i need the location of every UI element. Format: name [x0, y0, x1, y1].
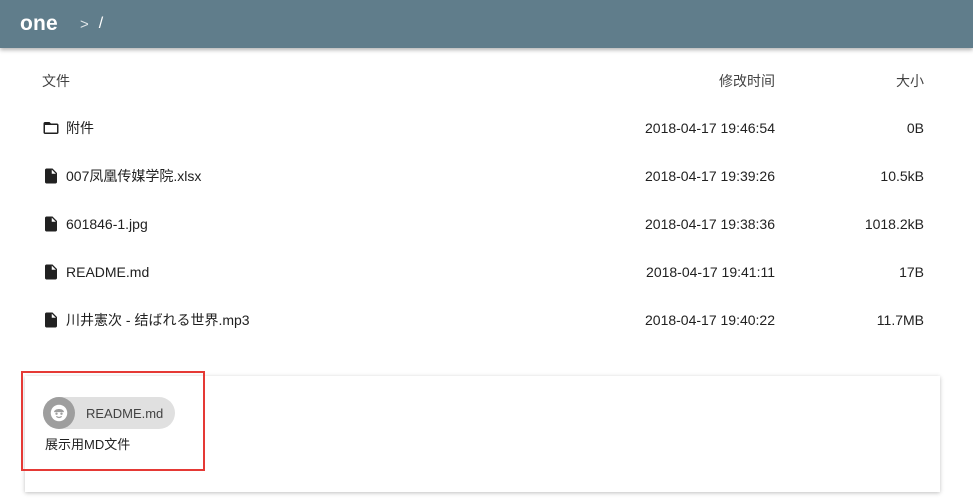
table-header: 文件 修改时间 大小: [0, 58, 973, 104]
file-icon: [42, 263, 60, 281]
file-name[interactable]: 601846-1.jpg: [66, 216, 148, 232]
column-header-name[interactable]: 文件: [42, 58, 70, 104]
file-name[interactable]: 附件: [66, 118, 94, 138]
app-header: one > /: [0, 0, 973, 48]
file-modified: 2018-04-17 19:39:26: [645, 168, 775, 184]
file-icon: [42, 215, 60, 233]
file-name[interactable]: 007凤凰传媒学院.xlsx: [66, 166, 201, 186]
file-size: 17B: [899, 264, 924, 280]
table-row[interactable]: README.md 2018-04-17 19:41:11 17B: [0, 248, 973, 296]
file-name[interactable]: 川井憲次 - 结ばれる世界.mp3: [66, 310, 250, 330]
file-size: 11.7MB: [876, 312, 924, 328]
file-icon: [42, 311, 60, 329]
file-modified: 2018-04-17 19:38:36: [645, 216, 775, 232]
file-name[interactable]: README.md: [66, 264, 149, 280]
column-header-modified[interactable]: 修改时间: [719, 58, 775, 104]
file-table: 文件 修改时间 大小 附件 2018-04-17 19:46:54 0B 007…: [0, 58, 973, 344]
table-row[interactable]: 601846-1.jpg 2018-04-17 19:38:36 1018.2k…: [0, 200, 973, 248]
file-size: 10.5kB: [880, 168, 924, 184]
table-row[interactable]: 附件 2018-04-17 19:46:54 0B: [0, 104, 973, 152]
file-icon: [42, 167, 60, 185]
table-row[interactable]: 川井憲次 - 结ばれる世界.mp3 2018-04-17 19:40:22 11…: [0, 296, 973, 344]
table-row[interactable]: 007凤凰传媒学院.xlsx 2018-04-17 19:39:26 10.5k…: [0, 152, 973, 200]
file-modified: 2018-04-17 19:46:54: [645, 120, 775, 136]
folder-icon: [42, 119, 60, 137]
file-size: 1018.2kB: [864, 216, 924, 232]
app-title[interactable]: one: [20, 12, 58, 36]
column-header-size[interactable]: 大小: [896, 58, 924, 104]
file-size: 0B: [906, 120, 924, 136]
breadcrumb-separator: >: [79, 15, 89, 33]
file-modified: 2018-04-17 19:40:22: [645, 312, 775, 328]
breadcrumb-root[interactable]: /: [99, 15, 103, 33]
file-modified: 2018-04-17 19:41:11: [646, 264, 775, 280]
highlight-box: [21, 371, 205, 471]
